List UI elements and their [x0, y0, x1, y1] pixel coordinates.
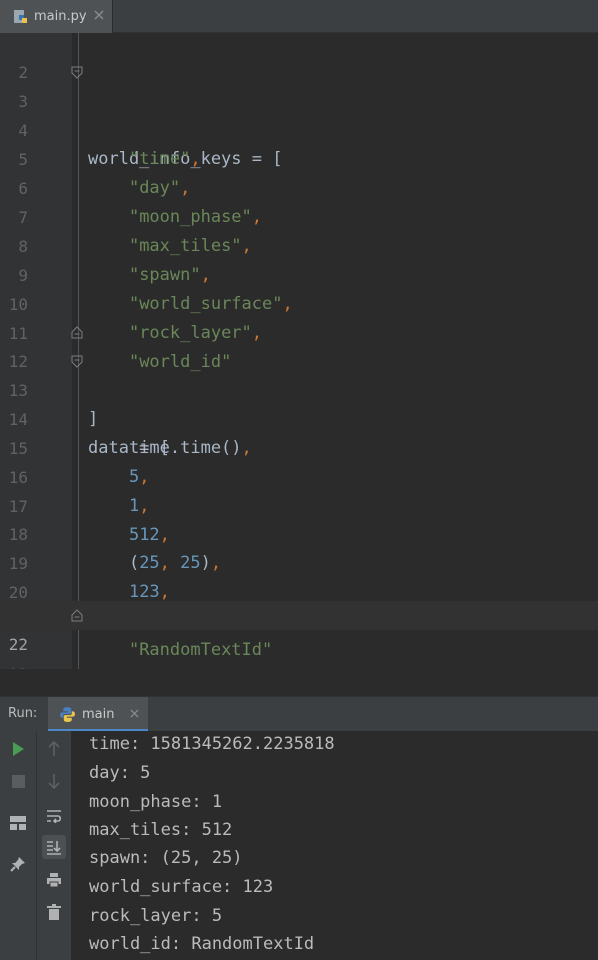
- fold-open-icon[interactable]: [71, 66, 83, 79]
- code-line[interactable]: 3 world_info_keys = [: [0, 58, 598, 169]
- trash-icon: [47, 904, 61, 920]
- down-arrow-icon: [48, 774, 60, 789]
- code-line[interactable]: 2: [0, 33, 598, 82]
- stop-button[interactable]: [6, 769, 30, 793]
- editor-tab-label: main.py: [34, 9, 87, 24]
- editor-tab-main-py[interactable]: main.py: [0, 0, 113, 33]
- code-line[interactable]: 18 (25, 25),: [0, 491, 598, 573]
- code-line[interactable]: 6 "moon_phase",: [0, 145, 598, 227]
- pin-icon: [10, 857, 25, 872]
- code-line[interactable]: 7 "max_tiles",: [0, 174, 598, 256]
- fold-close-icon[interactable]: [71, 609, 83, 622]
- code-line[interactable]: 20 5,: [0, 549, 598, 631]
- code-line[interactable]: 17 512,: [0, 463, 598, 545]
- code-line[interactable]: 16 1,: [0, 434, 598, 516]
- pin-button[interactable]: [6, 852, 30, 876]
- run-toolbar-primary: [0, 731, 36, 960]
- clear-all-button[interactable]: [42, 900, 66, 924]
- code-line[interactable]: 9 "world_surface",: [0, 232, 598, 314]
- editor-tab-bar: main.py: [0, 0, 598, 33]
- code-line[interactable]: 13 data = [: [0, 347, 598, 458]
- console-line: world_surface: 123: [89, 877, 274, 897]
- soft-wrap-button[interactable]: [42, 804, 66, 828]
- code-line[interactable]: 24: [0, 660, 598, 669]
- rerun-icon: [13, 742, 24, 756]
- fold-open-icon[interactable]: [71, 355, 83, 368]
- print-icon: [47, 873, 61, 888]
- run-tab-main[interactable]: main: [48, 697, 148, 732]
- run-label: Run:: [8, 706, 38, 721]
- fold-close-icon[interactable]: [71, 326, 83, 339]
- console-line: spawn: (25, 25): [89, 848, 243, 868]
- code-line[interactable]: 14 time.time(),: [0, 376, 598, 458]
- up-arrow-icon: [48, 741, 60, 756]
- rerun-button[interactable]: [6, 737, 30, 761]
- python-file-icon: [14, 9, 27, 23]
- code-line[interactable]: 23 world_info = dict(zip(world_info_keys…: [0, 631, 598, 669]
- run-tab-label: main: [82, 707, 115, 722]
- code-line[interactable]: 10 "rock_layer",: [0, 261, 598, 343]
- code-line[interactable]: 19 123,: [0, 520, 598, 602]
- scroll-down-button[interactable]: [42, 769, 66, 793]
- console-line: world_id: RandomTextId: [89, 934, 315, 954]
- console-line: time: 1581345262.2235818: [89, 734, 335, 754]
- stop-icon: [11, 774, 25, 788]
- code-line[interactable]: 11 "world_id": [0, 290, 598, 372]
- code-line[interactable]: 12 ]: [0, 318, 598, 429]
- console-line: rock_layer: 5: [89, 906, 223, 926]
- run-tool-window-header: Run: main: [0, 696, 598, 732]
- code-line[interactable]: 5 "day",: [0, 116, 598, 198]
- code-line[interactable]: 8 "spawn",: [0, 203, 598, 285]
- layout-button[interactable]: [6, 811, 30, 835]
- scroll-to-end-button[interactable]: [42, 835, 66, 859]
- scroll-up-button[interactable]: [42, 737, 66, 761]
- console-line: day: 5: [89, 763, 151, 783]
- layout-icon: [10, 816, 26, 830]
- close-tab-icon[interactable]: [94, 10, 104, 20]
- soft-wrap-icon: [47, 810, 62, 823]
- console-line: moon_phase: 1: [89, 792, 223, 812]
- python-icon: [60, 707, 75, 722]
- print-button[interactable]: [42, 868, 66, 892]
- code-line-current[interactable]: 22 ]: [0, 601, 598, 654]
- code-line[interactable]: 15 5,: [0, 405, 598, 487]
- close-run-tab-icon[interactable]: [130, 709, 139, 718]
- scroll-to-end-icon: [47, 841, 61, 855]
- console-output[interactable]: time: 1581345262.2235818 day: 5 moon_pha…: [71, 731, 598, 960]
- console-line: max_tiles: 512: [89, 820, 233, 840]
- run-toolbar-secondary: [36, 731, 71, 960]
- code-editor[interactable]: 2 3 world_info_keys = [ 4 "time", 5 "day…: [0, 33, 598, 669]
- code-line[interactable]: 4 "time",: [0, 87, 598, 169]
